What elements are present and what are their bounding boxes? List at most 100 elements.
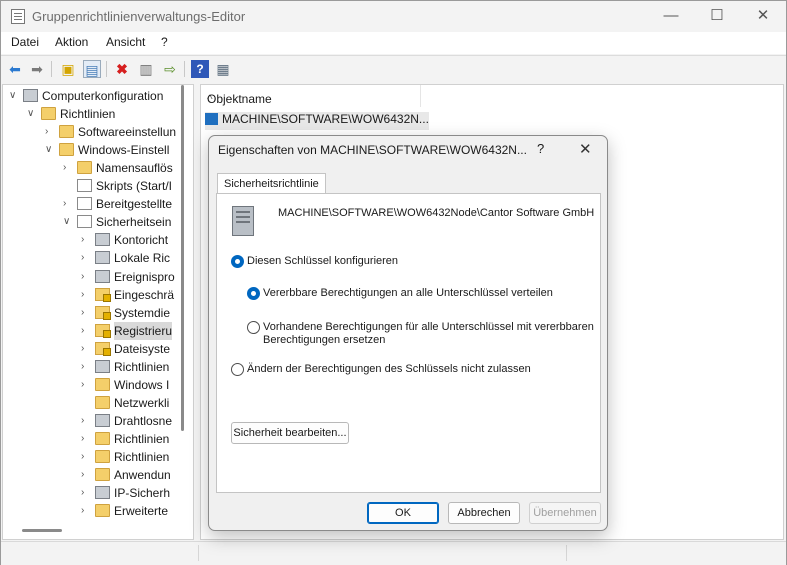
tree-item[interactable]: › Systemdie bbox=[81, 304, 193, 322]
ok-button[interactable]: OK bbox=[367, 502, 439, 524]
toolbar: ⬅ ➡ ▣ ▤ ✖ ▥ ⇨ ? ▦ bbox=[1, 55, 786, 82]
edit-security-button[interactable]: Sicherheit bearbeiten... bbox=[231, 422, 349, 444]
tree-item[interactable]: › IP-Sicherh bbox=[81, 484, 193, 502]
chevron-right-icon[interactable]: › bbox=[81, 430, 91, 448]
dialog-close-button[interactable]: ✕ bbox=[579, 140, 592, 158]
tree-item[interactable]: › Kontoricht bbox=[81, 231, 193, 249]
computer-icon bbox=[23, 89, 38, 102]
server-icon bbox=[95, 486, 110, 500]
help-icon[interactable]: ? bbox=[191, 60, 209, 78]
export-list-icon[interactable]: ⇨ bbox=[161, 60, 179, 78]
tree-item[interactable]: › Lokale Ric bbox=[81, 249, 193, 267]
folder-icon bbox=[59, 143, 74, 157]
tree-item[interactable]: ∨ Windows-Einstell bbox=[45, 141, 193, 159]
chevron-right-icon[interactable]: › bbox=[81, 376, 91, 394]
dialog-help-button[interactable]: ? bbox=[537, 141, 544, 156]
chevron-right-icon[interactable]: › bbox=[81, 448, 91, 466]
chevron-right-icon[interactable]: › bbox=[81, 304, 91, 322]
chevron-right-icon[interactable]: › bbox=[81, 286, 91, 304]
chevron-right-icon[interactable]: › bbox=[63, 195, 73, 213]
chevron-down-icon[interactable]: ∨ bbox=[63, 213, 73, 231]
radio-button[interactable] bbox=[247, 321, 260, 334]
tree-item[interactable]: ∨ Sicherheitsein bbox=[63, 213, 193, 231]
server-icon bbox=[95, 251, 110, 265]
chevron-down-icon[interactable]: ∨ bbox=[27, 105, 37, 123]
tree-item[interactable]: Skripts (Start/I bbox=[63, 177, 193, 195]
tree-item[interactable]: › Softwareeinstellun bbox=[45, 123, 193, 141]
menu-ansicht[interactable]: Ansicht bbox=[106, 35, 145, 49]
forward-arrow-icon[interactable]: ➡ bbox=[28, 60, 46, 78]
folder-icon bbox=[59, 125, 74, 139]
chevron-right-icon[interactable]: › bbox=[81, 340, 91, 358]
up-folder-icon[interactable]: ▣ bbox=[59, 60, 77, 78]
tree-item[interactable]: › Eingeschrä bbox=[81, 286, 193, 304]
tree-item-label: Bereitgestellte bbox=[96, 197, 173, 212]
delete-icon[interactable]: ✖ bbox=[113, 60, 131, 78]
back-arrow-icon[interactable]: ⬅ bbox=[6, 60, 24, 78]
minimize-button[interactable]: — bbox=[648, 1, 694, 32]
tree-item[interactable]: › Dateisyste bbox=[81, 340, 193, 358]
tree-item[interactable]: › Drahtlosne bbox=[81, 412, 193, 430]
tree-item-label: Computerkonfiguration bbox=[42, 89, 164, 103]
title-bar: Gruppenrichtlinienverwaltungs-Editor — ☐… bbox=[1, 1, 786, 32]
radio-button[interactable] bbox=[231, 255, 244, 268]
apply-button[interactable]: Übernehmen bbox=[529, 502, 601, 524]
chevron-right-icon[interactable]: › bbox=[81, 466, 91, 484]
chevron-right-icon[interactable]: › bbox=[45, 123, 55, 141]
tree-item[interactable]: ∨ Computerkonfiguration bbox=[9, 87, 193, 105]
tree-item[interactable]: › Richtlinien bbox=[81, 448, 193, 466]
chevron-right-icon[interactable]: › bbox=[81, 249, 91, 267]
chevron-down-icon[interactable]: ∨ bbox=[45, 141, 55, 159]
tree-vertical-scrollbar[interactable] bbox=[181, 85, 184, 431]
tree-item[interactable]: › Anwendun bbox=[81, 466, 193, 484]
chevron-right-icon[interactable]: › bbox=[81, 322, 91, 340]
menu-help[interactable]: ? bbox=[161, 35, 168, 49]
tree-item[interactable]: › Registrieru bbox=[81, 321, 193, 340]
server-icon bbox=[95, 413, 110, 427]
tree-item-label: Erweiterte bbox=[114, 504, 169, 519]
radio-button[interactable] bbox=[231, 363, 244, 376]
chevron-right-icon[interactable]: › bbox=[81, 484, 91, 502]
menu-aktion[interactable]: Aktion bbox=[55, 35, 88, 49]
app-window: Gruppenrichtlinienverwaltungs-Editor — ☐… bbox=[0, 0, 787, 565]
close-button[interactable]: ✕ bbox=[740, 1, 786, 32]
tree-item[interactable]: › Namensauflös bbox=[63, 159, 193, 177]
radio-button[interactable] bbox=[247, 287, 260, 300]
maximize-button[interactable]: ☐ bbox=[694, 1, 740, 32]
chevron-down-icon[interactable]: ∨ bbox=[9, 87, 19, 105]
folder-lock-icon bbox=[95, 287, 111, 302]
tree-item[interactable]: Netzwerkli bbox=[81, 394, 193, 412]
tree-item[interactable]: › Richtlinien bbox=[81, 430, 193, 448]
server-icon bbox=[95, 269, 110, 283]
properties-icon[interactable]: ▥ bbox=[137, 60, 155, 78]
tree-item[interactable]: › Erweiterte bbox=[81, 502, 193, 520]
tree-item[interactable]: › Windows I bbox=[81, 376, 193, 394]
tree-horizontal-scrollbar[interactable] bbox=[22, 529, 62, 532]
column-header-objektname[interactable]: ^ Objektname bbox=[201, 85, 421, 107]
radio-label: Vererbbare Berechtigungen an alle Unters… bbox=[263, 287, 553, 299]
chevron-right-icon[interactable]: › bbox=[81, 502, 91, 520]
tree-item[interactable]: › Richtlinien bbox=[81, 358, 193, 376]
chevron-right-icon[interactable]: › bbox=[81, 412, 91, 430]
navigation-tree[interactable]: ∨ Computerkonfiguration ∨ Richtlinien › Softw… bbox=[2, 84, 194, 540]
tree-item-label: Richtlinien bbox=[60, 107, 116, 122]
chevron-right-icon[interactable]: › bbox=[81, 231, 91, 249]
show-hide-action-pane-icon[interactable]: ▦ bbox=[214, 60, 232, 78]
chevron-right-icon[interactable]: › bbox=[63, 159, 73, 177]
tree-item[interactable]: ∨ Richtlinien bbox=[27, 105, 193, 123]
tree-item-label: Kontoricht bbox=[114, 233, 169, 248]
tree-item-label: Richtlinien bbox=[114, 431, 170, 446]
tree-item-label: Eingeschrä bbox=[114, 287, 175, 302]
dialog-title: Eigenschaften von MACHINE\SOFTWARE\WOW64… bbox=[218, 143, 527, 157]
show-tree-icon[interactable]: ▤ bbox=[83, 60, 101, 78]
tree-item[interactable]: › Ereignispro bbox=[81, 268, 193, 286]
list-item[interactable]: MACHINE\SOFTWARE\WOW6432N... bbox=[205, 112, 429, 130]
tree-item-label: Systemdie bbox=[114, 305, 171, 320]
cancel-button[interactable]: Abbrechen bbox=[448, 502, 520, 524]
registry-key-server-icon bbox=[232, 206, 254, 236]
menu-datei[interactable]: Datei bbox=[11, 35, 39, 49]
tree-item[interactable]: › Bereitgestellte bbox=[63, 195, 193, 213]
chevron-right-icon[interactable]: › bbox=[81, 358, 91, 376]
tab-sicherheitsrichtlinie[interactable]: Sicherheitsrichtlinie bbox=[217, 173, 326, 194]
chevron-right-icon[interactable]: › bbox=[81, 268, 91, 286]
